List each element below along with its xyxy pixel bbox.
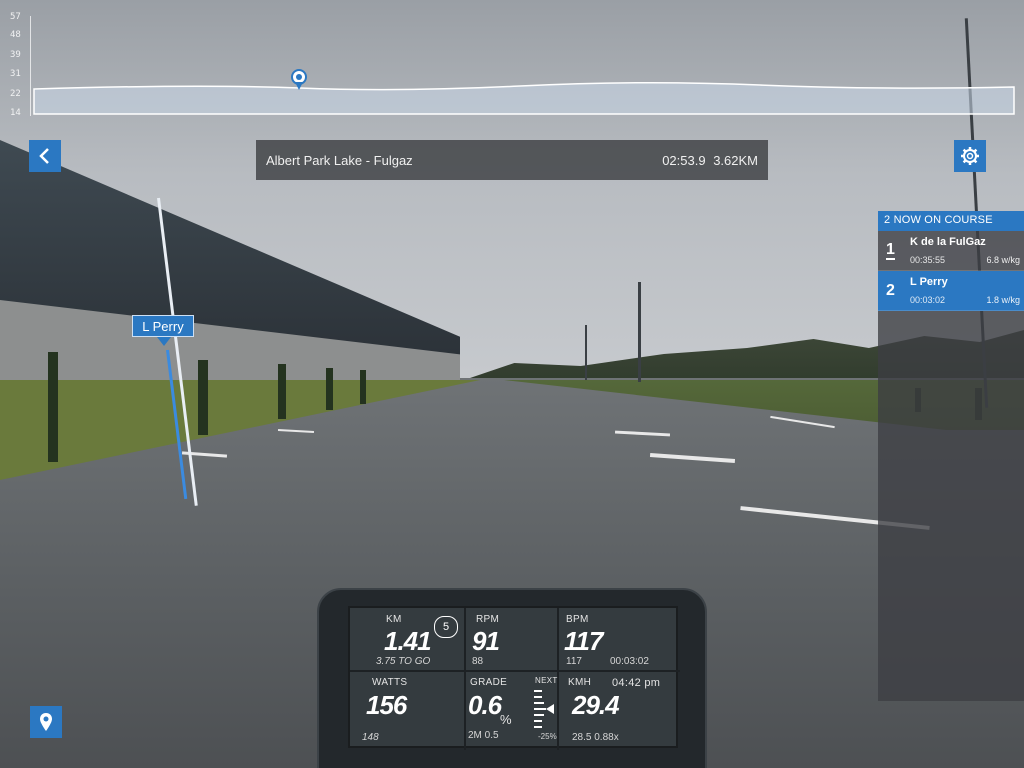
bollard bbox=[48, 352, 58, 462]
ride-timer: 00:03:02 bbox=[610, 656, 649, 667]
grade-label: GRADE bbox=[470, 677, 508, 688]
gear-icon bbox=[961, 147, 979, 165]
watts-label: WATTS bbox=[372, 677, 408, 688]
km-to-go: 3.75 TO GO bbox=[376, 656, 431, 667]
bpm-value: 117 bbox=[564, 626, 603, 656]
elevation-profile: 57 48 39 31 22 14 bbox=[0, 12, 1024, 118]
watts-value: 156 bbox=[366, 690, 407, 720]
gradient-indicator-icon bbox=[534, 690, 554, 728]
leaderboard-panel: 2 NOW ON COURSE 1 K de la FulGaz 00:35:5… bbox=[878, 211, 1024, 701]
bpm-label: BPM bbox=[566, 614, 589, 625]
km-value: 1.41 bbox=[384, 626, 432, 656]
next-gradient: -25% bbox=[538, 732, 557, 741]
grade-ahead: 2M 0.5 bbox=[468, 730, 499, 741]
divider bbox=[464, 608, 466, 750]
watts-average: 148 bbox=[362, 732, 379, 743]
kmh-value: 29.4 bbox=[572, 690, 620, 720]
rider-name: L Perry bbox=[910, 276, 948, 288]
location-marker-icon bbox=[291, 69, 307, 90]
rider-time: 00:35:55 bbox=[910, 255, 946, 265]
rider-wkg: 6.8 w/kg bbox=[986, 255, 1020, 265]
leaderboard-row-current[interactable]: 2 L Perry 00:03:02 1.8 w/kg bbox=[878, 271, 1024, 311]
bollard bbox=[360, 370, 366, 404]
rider-position: 1 bbox=[886, 241, 895, 260]
bike-computer-screen: KM 1.41 3.75 TO GO 5 RPM 91 88 BPM 117 1… bbox=[348, 606, 680, 750]
lamp-pole bbox=[585, 325, 587, 380]
rider-wkg: 1.8 w/kg bbox=[986, 295, 1020, 305]
rider-position: 2 bbox=[886, 282, 895, 299]
bpm-average: 117 bbox=[566, 656, 582, 667]
lap-value: 5 bbox=[442, 621, 450, 633]
bike-computer: KM 1.41 3.75 TO GO 5 RPM 91 88 BPM 117 1… bbox=[317, 588, 707, 768]
grass-left bbox=[0, 380, 480, 480]
ride-progress: 02:53.9 3.62KM bbox=[662, 153, 758, 168]
lamp-pole bbox=[638, 282, 641, 382]
chevron-left-icon bbox=[39, 148, 49, 164]
next-label: NEXT bbox=[535, 676, 558, 685]
elapsed-time: 02:53.9 bbox=[662, 152, 706, 168]
rpm-average: 88 bbox=[472, 656, 484, 667]
bollard bbox=[198, 360, 208, 435]
km-label: KM bbox=[386, 614, 402, 625]
grade-unit: % bbox=[500, 712, 512, 727]
leaderboard-title: 2 NOW ON COURSE bbox=[878, 211, 1024, 231]
back-button[interactable] bbox=[29, 140, 61, 172]
distance: 3.62KM bbox=[713, 152, 758, 168]
course-name: Albert Park Lake - Fulgaz bbox=[266, 152, 413, 168]
map-pin-icon bbox=[40, 713, 52, 731]
kmh-label: KMH bbox=[568, 677, 592, 688]
rpm-label: RPM bbox=[476, 614, 500, 625]
settings-button[interactable] bbox=[954, 140, 986, 172]
rider-name: K de la FulGaz bbox=[910, 236, 986, 248]
bollard bbox=[278, 364, 286, 419]
rpm-value: 91 bbox=[472, 626, 500, 656]
elevation-profile-fill bbox=[33, 81, 1015, 115]
divider bbox=[350, 670, 680, 672]
rider-marker-name: L Perry bbox=[142, 318, 184, 334]
course-title-bar: Albert Park Lake - Fulgaz 02:53.9 3.62KM bbox=[256, 140, 768, 180]
rider-marker-tag[interactable]: L Perry bbox=[132, 315, 194, 346]
clock: 04:42 pm bbox=[612, 677, 661, 689]
bollard bbox=[326, 368, 333, 410]
lap-counter: 5 bbox=[434, 616, 458, 638]
rider-time: 00:03:02 bbox=[910, 295, 946, 305]
kmh-average: 28.5 0.88x bbox=[572, 732, 619, 743]
map-button[interactable] bbox=[30, 706, 62, 738]
leaderboard-row[interactable]: 1 K de la FulGaz 00:35:55 6.8 w/kg bbox=[878, 231, 1024, 271]
grade-value: 0.6 bbox=[468, 690, 502, 720]
